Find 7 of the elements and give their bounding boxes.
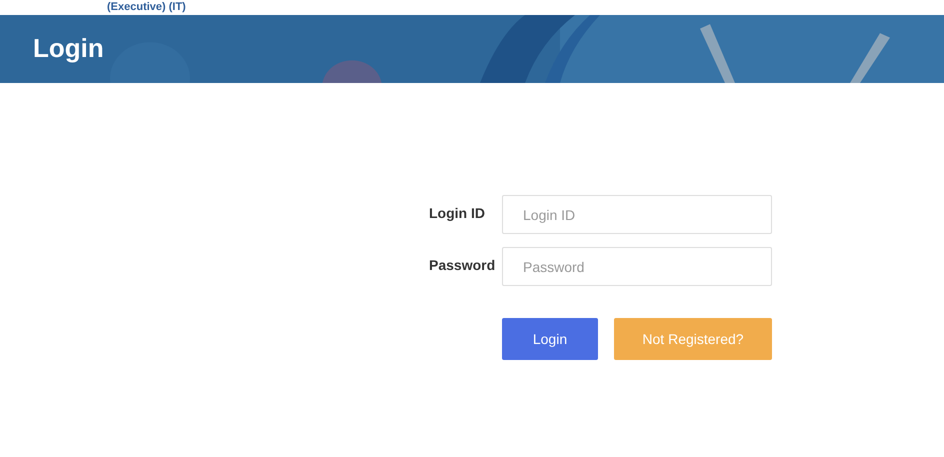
input-field[interactable]: Login ID (502, 195, 772, 234)
subtitle-text: (Executive) (IT) (107, 1, 186, 14)
input-field[interactable]: Password (502, 247, 772, 286)
field-label: Password (429, 256, 496, 275)
page-title: Login (32, 32, 104, 65)
field-label: Login ID (429, 204, 486, 223)
login-button[interactable]: Login (502, 318, 598, 360)
